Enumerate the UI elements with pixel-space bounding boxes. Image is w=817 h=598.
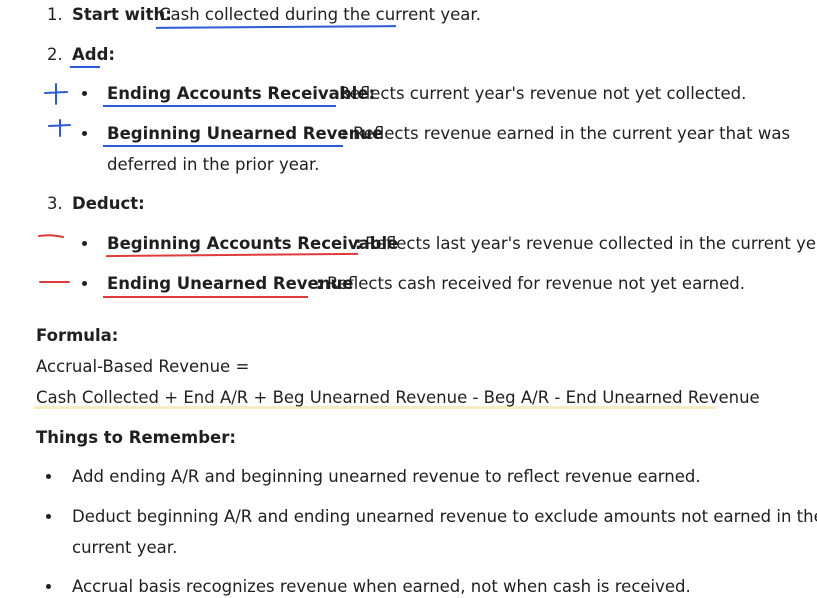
- step-label: Add:: [72, 45, 115, 64]
- remember-item: Add ending A/R and beginning unearned re…: [72, 467, 701, 486]
- step-label: Start with:: [72, 5, 172, 24]
- pen-underline: [155, 25, 397, 29]
- minus-icon: [38, 234, 64, 238]
- item-text: Reflects cash received for revenue not y…: [327, 274, 746, 293]
- item-colon: :: [341, 124, 348, 143]
- step-text: Cash collected during the current year.: [159, 5, 481, 24]
- pen-underline: [103, 145, 343, 147]
- bullet: [82, 241, 87, 246]
- bullet: [82, 91, 87, 96]
- bullet: [82, 281, 87, 286]
- item-label: Ending Accounts Receivable:: [107, 84, 376, 103]
- item-text: Reflects revenue earned in the current y…: [353, 124, 791, 143]
- remember-item: Accrual basis recognizes revenue when ea…: [72, 577, 691, 596]
- plus-icon: [44, 83, 68, 105]
- pen-underline: [103, 296, 308, 298]
- formula-line-1: Accrual-Based Revenue =: [36, 357, 250, 376]
- minus-icon: [39, 281, 70, 283]
- bullet: [46, 514, 51, 519]
- formula-heading: Formula:: [36, 326, 119, 345]
- step-label: Deduct:: [72, 194, 145, 213]
- pen-underline: [70, 66, 100, 68]
- item-text: Reflects current year's revenue not yet …: [339, 84, 747, 103]
- remember-heading: Things to Remember:: [36, 428, 236, 447]
- remember-item: Deduct beginning A/R and ending unearned…: [72, 507, 817, 526]
- bullet: [46, 474, 51, 479]
- bullet: [82, 131, 87, 136]
- item-colon: :: [316, 274, 323, 293]
- step-number: 3.: [47, 194, 63, 213]
- step-number: 2.: [47, 45, 63, 64]
- step-number: 1.: [47, 5, 63, 24]
- item-colon: :: [355, 234, 362, 253]
- item-text-continued: deferred in the prior year.: [107, 155, 320, 174]
- plus-icon: [48, 119, 71, 137]
- remember-item-continued: current year.: [72, 538, 178, 557]
- pen-underline: [103, 105, 336, 107]
- item-text: Reflects last year's revenue collected i…: [365, 234, 817, 253]
- formula-line-2: Cash Collected + End A/R + Beg Unearned …: [36, 388, 760, 407]
- bullet: [46, 584, 51, 589]
